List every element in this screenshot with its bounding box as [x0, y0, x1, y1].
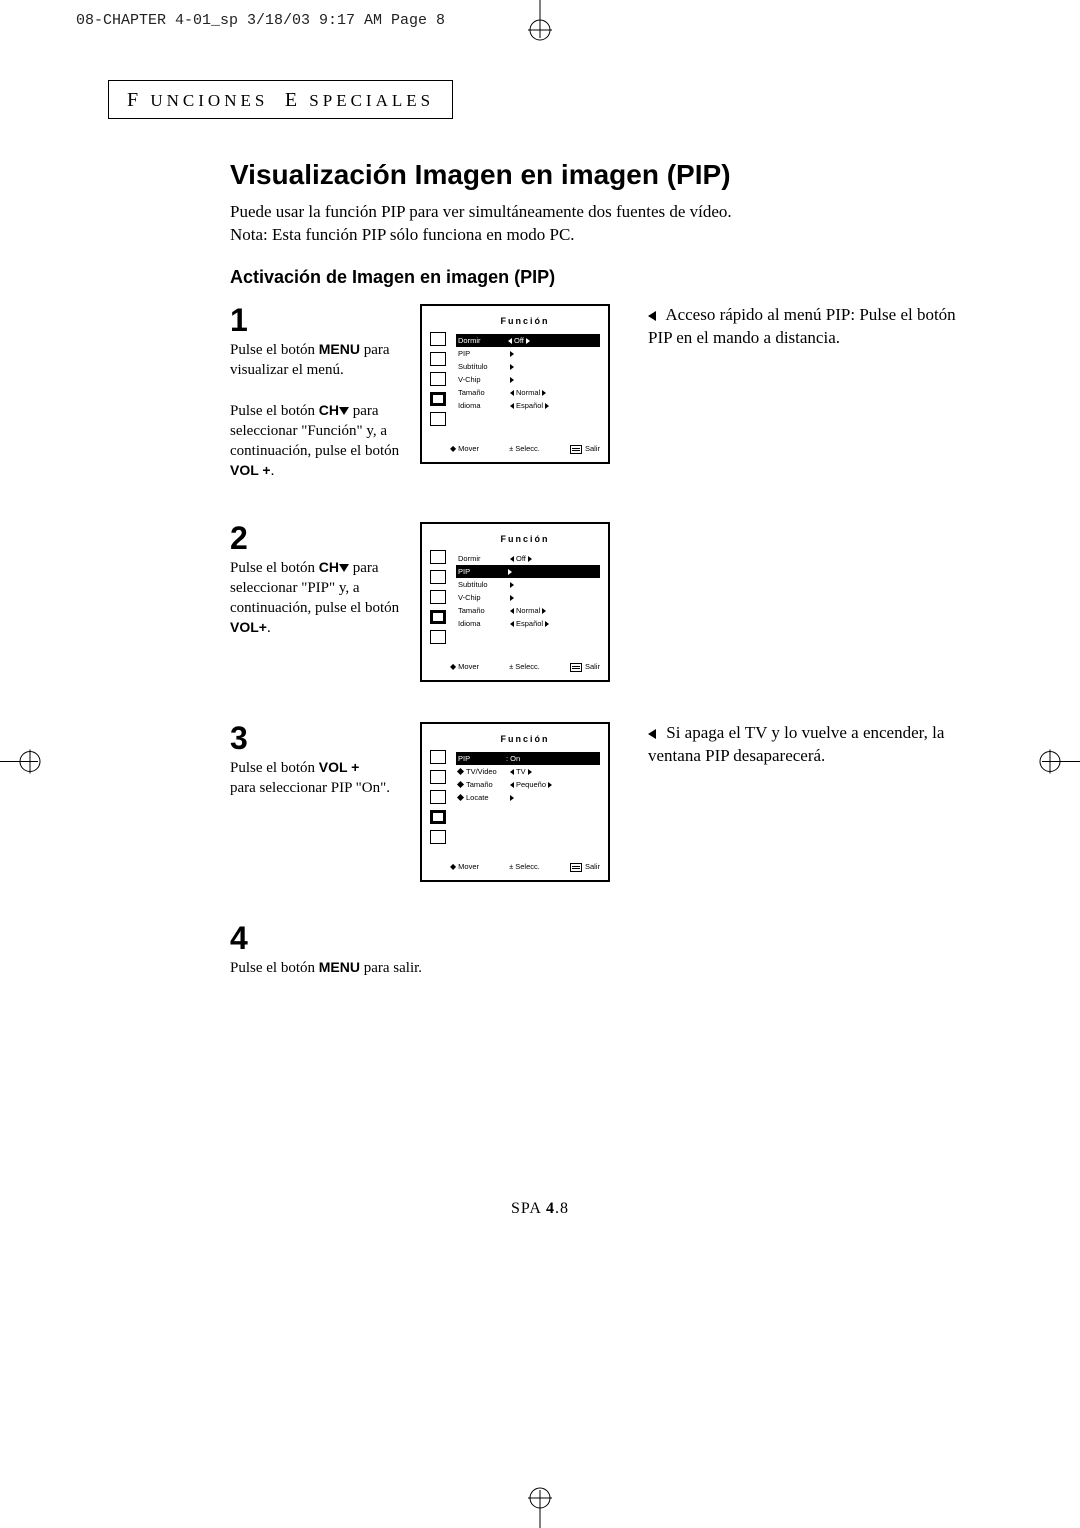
step-4: 4 Pulse el botón MENU para salir. [230, 922, 970, 978]
step-number: 4 [230, 922, 730, 954]
osd-foot-move: Mover [450, 444, 479, 454]
osd-tab-icon [430, 830, 446, 844]
osd-foot-exit: Salir [570, 662, 600, 672]
section-tag: F UNCIONES E SPECIALES [108, 80, 453, 119]
intro-text: Puede usar la función PIP para ver simul… [230, 201, 970, 247]
osd-screenshot-1: Función DormirOff PIP Subtítulo V-Chip T… [420, 304, 610, 464]
step-2: 2 Pulse el botón CH para seleccionar "PI… [230, 522, 970, 682]
osd-tab-icon [430, 332, 446, 346]
crop-mark-top [510, 0, 570, 50]
left-arrow-icon [648, 311, 656, 321]
osd-tab-icon [430, 352, 446, 366]
osd-foot-select: Selecc. [509, 444, 540, 454]
osd-tab-icon-selected [430, 392, 446, 406]
step-3: 3 Pulse el botón VOL + para seleccionar … [230, 722, 970, 882]
down-arrow-icon [339, 407, 349, 415]
step-number: 1 [230, 304, 400, 336]
osd-title: Función [450, 534, 600, 544]
osd-foot-select: Selecc. [509, 862, 540, 872]
osd-foot-exit: Salir [570, 862, 600, 872]
step-number: 2 [230, 522, 400, 554]
down-arrow-icon [339, 564, 349, 572]
osd-foot-select: Selecc. [509, 662, 540, 672]
osd-tab-icon [430, 770, 446, 784]
osd-title: Función [450, 316, 600, 326]
osd-tab-icon [430, 750, 446, 764]
osd-foot-exit: Salir [570, 444, 600, 454]
step-1-tip: Acceso rápido al menú PIP: Pulse el botó… [640, 304, 970, 350]
osd-tab-icon-selected [430, 810, 446, 824]
left-arrow-icon [648, 729, 656, 739]
osd-screenshot-2: Función DormirOff PIP Subtítulo V-Chip T… [420, 522, 610, 682]
step-3-tip: Si apaga el TV y lo vuelve a encender, l… [640, 722, 970, 768]
page-footer: SPA 4.8 [0, 1200, 1080, 1218]
page-title: Visualización Imagen en imagen (PIP) [230, 159, 970, 191]
osd-tab-icon [430, 790, 446, 804]
step-number: 3 [230, 722, 400, 754]
osd-screenshot-3: Función PIP: On TV/VideoTV TamañoPequeño… [420, 722, 610, 882]
osd-tab-icon [430, 412, 446, 426]
osd-tab-icon [430, 590, 446, 604]
osd-foot-move: Mover [450, 662, 479, 672]
crop-mark-right [1030, 732, 1080, 797]
osd-title: Función [450, 734, 600, 744]
crop-mark-bottom [510, 1478, 570, 1528]
osd-tab-icon [430, 570, 446, 584]
step-1: 1 Pulse el botón MENU para visualizar el… [230, 304, 970, 482]
print-slug: 08-CHAPTER 4-01_sp 3/18/03 9:17 AM Page … [76, 12, 445, 29]
osd-tab-icon [430, 372, 446, 386]
osd-foot-move: Mover [450, 862, 479, 872]
crop-mark-left [0, 732, 50, 797]
osd-tab-icon [430, 630, 446, 644]
osd-tab-icon-selected [430, 610, 446, 624]
subheading: Activación de Imagen en imagen (PIP) [230, 267, 970, 288]
osd-tab-icon [430, 550, 446, 564]
